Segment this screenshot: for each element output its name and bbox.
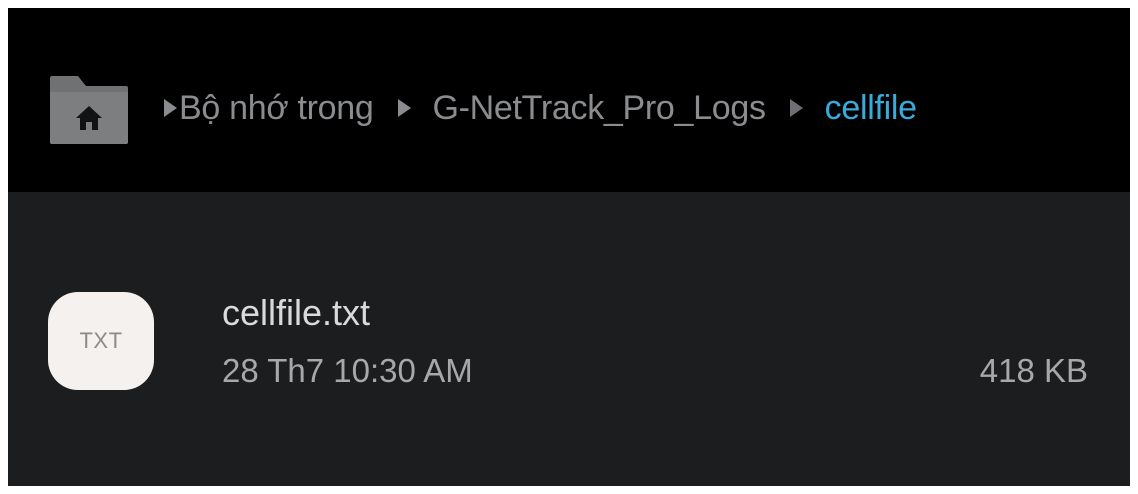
file-modified-date: 28 Th7 10:30 AM	[222, 352, 473, 389]
breadcrumb-item-internal-storage[interactable]: Bộ nhớ trong	[179, 89, 374, 128]
triangle-right-icon	[789, 99, 803, 117]
home-folder-button[interactable]	[48, 70, 130, 146]
breadcrumb: Bộ nhớ trong G-NetTrack_Pro_Logs cellfil…	[164, 72, 917, 144]
triangle-right-icon	[164, 99, 177, 117]
txt-file-icon: TXT	[48, 292, 154, 390]
file-icon-label: TXT	[79, 328, 123, 353]
file-manager-window: Bộ nhớ trong G-NetTrack_Pro_Logs cellfil…	[8, 8, 1130, 486]
triangle-right-icon	[397, 99, 411, 117]
breadcrumb-item-current[interactable]: cellfile	[825, 89, 917, 128]
breadcrumb-item-logs-folder[interactable]: G-NetTrack_Pro_Logs	[433, 89, 766, 128]
list-item[interactable]: TXT cellfile.txt 28 Th7 10:30 AM 418 KB	[8, 258, 1130, 408]
breadcrumb-bar: Bộ nhớ trong G-NetTrack_Pro_Logs cellfil…	[8, 8, 1130, 192]
file-name: cellfile.txt	[222, 292, 371, 333]
file-size: 418 KB	[979, 352, 1088, 389]
folder-home-icon	[50, 76, 128, 144]
